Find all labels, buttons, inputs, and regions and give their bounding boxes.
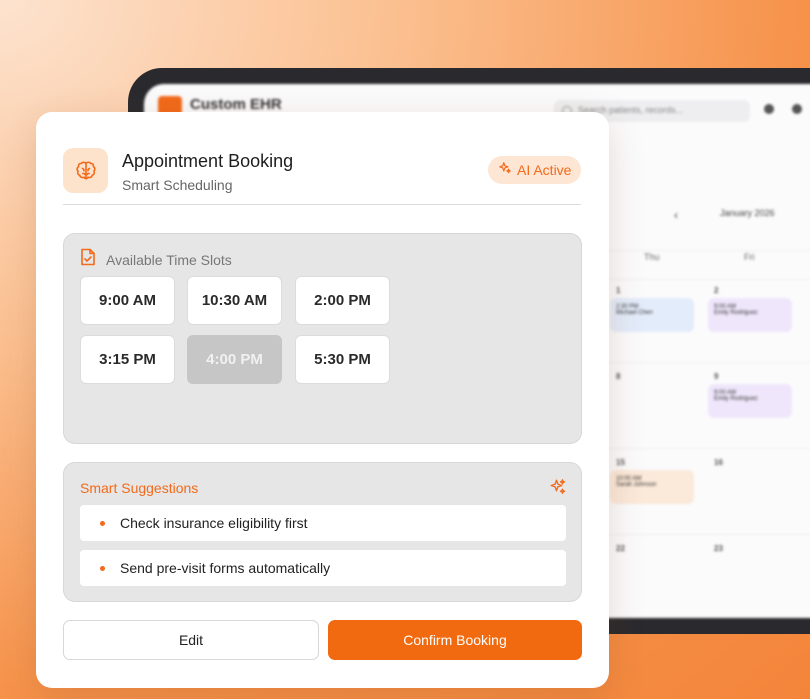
ai-active-label: AI Active	[517, 162, 572, 178]
suggestion-item: Send pre-visit forms automatically	[80, 550, 566, 586]
time-slot-button-unavailable: 4:00 PM	[187, 335, 282, 384]
appointment-booking-card: Appointment Booking Smart Scheduling AI …	[36, 112, 609, 688]
calendar-date: 15	[616, 458, 625, 467]
sparkle-icon	[549, 478, 567, 501]
time-slot-button[interactable]: 10:30 AM	[187, 276, 282, 325]
confirm-booking-button[interactable]: Confirm Booking	[328, 620, 582, 660]
card-subtitle: Smart Scheduling	[122, 177, 233, 193]
calendar-event[interactable]: 9:00 AM Emily Rodriguez	[708, 298, 792, 332]
calendar-date: 8	[616, 372, 621, 381]
prev-month-button[interactable]: ‹	[674, 208, 678, 222]
calendar-date: 22	[616, 544, 625, 553]
calendar-date: 2	[714, 286, 719, 295]
time-slot-button[interactable]: 3:15 PM	[80, 335, 175, 384]
card-title: Appointment Booking	[122, 151, 294, 171]
edit-button[interactable]: Edit	[63, 620, 319, 660]
calendar-row-line	[604, 362, 810, 363]
brain-icon	[63, 148, 108, 193]
calendar-month-label: January 2026	[720, 208, 775, 218]
event-patient: Michael Chen	[616, 310, 653, 316]
calendar-date: 9	[714, 372, 719, 381]
calendar-event[interactable]: 2:30 PM Michael Chen	[610, 298, 694, 332]
day-name-fri: Fri	[744, 252, 755, 262]
suggestion-item: Check insurance eligibility first	[80, 505, 566, 541]
smart-suggestions-title: Smart Suggestions	[80, 480, 199, 496]
bullet-dot	[100, 520, 105, 526]
smart-suggestions-panel: Smart Suggestions Check insurance eligib…	[63, 462, 582, 602]
day-name-thu: Thu	[644, 252, 660, 262]
event-patient: Sarah Johnson	[616, 482, 657, 488]
event-patient: Emily Rodriguez	[714, 310, 758, 316]
ai-active-badge: AI Active	[488, 156, 581, 184]
time-slots-header: Available Time Slots	[80, 248, 232, 271]
time-slot-button[interactable]: 9:00 AM	[80, 276, 175, 325]
sparkle-icon	[498, 161, 512, 180]
header-divider	[63, 204, 581, 205]
suggestion-text: Check insurance eligibility first	[120, 515, 308, 531]
calendar-check-icon	[80, 248, 96, 271]
calendar-header	[604, 250, 810, 280]
time-slot-button[interactable]: 2:00 PM	[295, 276, 390, 325]
time-slot-button[interactable]: 5:30 PM	[295, 335, 390, 384]
calendar-date: 23	[714, 544, 723, 553]
suggestion-text: Send pre-visit forms automatically	[120, 560, 331, 576]
calendar-date: 16	[714, 458, 723, 467]
settings-icon[interactable]	[792, 104, 802, 114]
bell-icon[interactable]	[764, 104, 774, 114]
calendar-event[interactable]: 10:00 AM Sarah Johnson	[610, 470, 694, 504]
calendar-row-line	[604, 448, 810, 449]
calendar-date: 1	[616, 286, 621, 295]
bullet-dot	[100, 565, 105, 571]
calendar-row-line	[604, 534, 810, 535]
time-slots-panel: Available Time Slots 9:00 AM 10:30 AM 2:…	[63, 233, 582, 444]
ehr-app-title: Custom EHR	[190, 96, 282, 113]
event-patient: Emily Rodriguez	[714, 396, 758, 402]
time-slots-title: Available Time Slots	[106, 251, 232, 268]
calendar-event[interactable]: 9:00 AM Emily Rodriguez	[708, 384, 792, 418]
